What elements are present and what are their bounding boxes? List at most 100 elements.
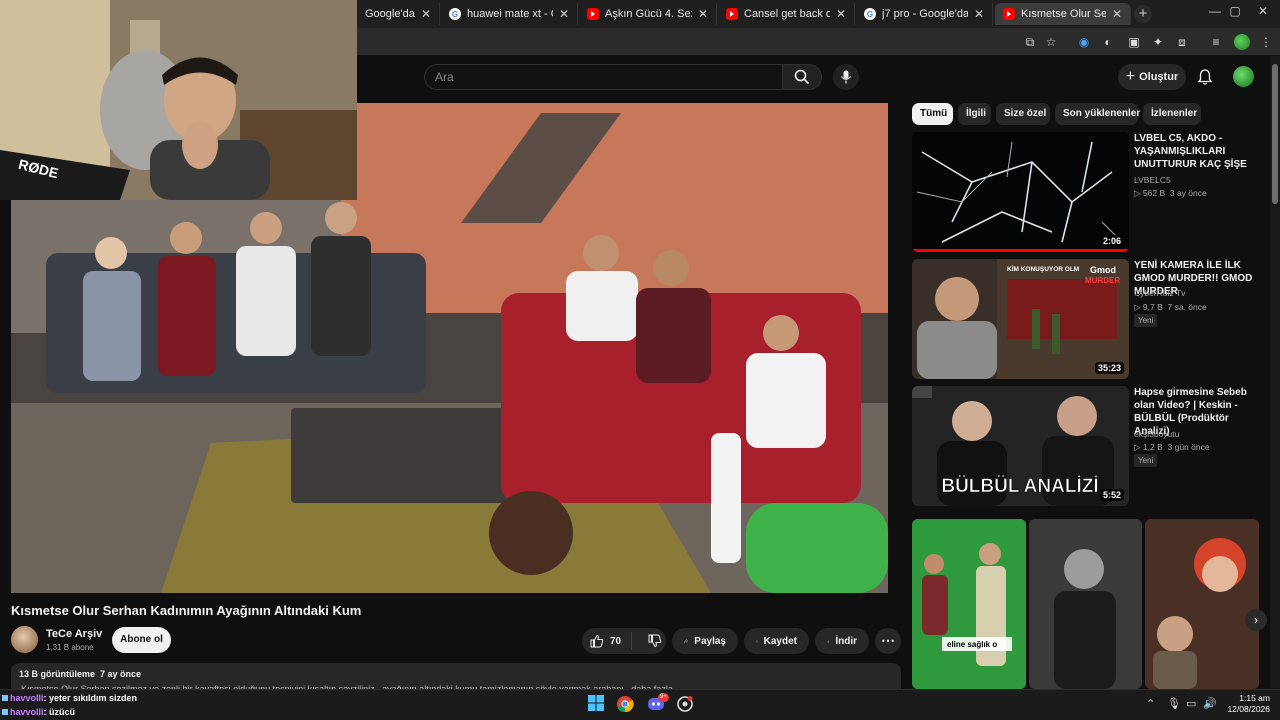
thumbs-up-icon bbox=[590, 634, 604, 648]
browser-tab[interactable]: G j7 pro - Google'da Ara ✕ bbox=[856, 3, 993, 25]
profile-avatar[interactable] bbox=[1234, 34, 1250, 50]
extension-icon[interactable]: ▣ bbox=[1126, 34, 1142, 50]
bookmark-star-icon[interactable]: ☆ bbox=[1043, 34, 1059, 50]
search-input[interactable]: Ara bbox=[424, 64, 782, 90]
notification-badge: 9+ bbox=[658, 693, 669, 702]
channel-name[interactable]: TeCe Arşiv bbox=[46, 628, 102, 640]
extension-icon[interactable]: ✦ bbox=[1150, 34, 1166, 50]
microphone-icon[interactable]: 🎙 bbox=[1167, 697, 1181, 710]
chat-message: havvolli: yeter sıkıldım sizden bbox=[2, 693, 137, 703]
extensions-puzzle-icon[interactable]: ⧈ bbox=[1174, 34, 1190, 50]
subscribe-button[interactable]: Abone ol bbox=[112, 627, 171, 653]
close-tab-icon[interactable]: ✕ bbox=[974, 7, 984, 21]
close-tab-icon[interactable]: ✕ bbox=[421, 7, 431, 21]
short-thumbnail[interactable] bbox=[1029, 519, 1142, 689]
upload-age: 7 sa. önce bbox=[1167, 302, 1207, 312]
new-tab-button[interactable]: + bbox=[1134, 5, 1152, 23]
webcam-overlay: RØDE bbox=[0, 0, 357, 200]
tab-title: huawei mate xt - Google'd bbox=[467, 8, 553, 20]
recommendation-title[interactable]: LVBEL C5, AKDO - YAŞANMIŞLIKLARI UNUTTUR… bbox=[1134, 132, 1262, 171]
extension-icon[interactable]: ◉ bbox=[1076, 34, 1092, 50]
download-button[interactable]: İndir bbox=[815, 628, 869, 654]
chip-for-you[interactable]: Size özel bbox=[996, 103, 1050, 125]
chip-recent[interactable]: Son yüklenenler bbox=[1055, 103, 1140, 125]
network-icon[interactable]: ▭ bbox=[1186, 697, 1196, 710]
install-app-icon[interactable]: ⧉ bbox=[1022, 34, 1038, 50]
chevron-right-icon[interactable]: › bbox=[1245, 609, 1267, 631]
browser-tab[interactable]: G huawei mate xt - Google'd ✕ bbox=[441, 3, 578, 25]
system-clock[interactable]: 1:15 am 12/08/2026 bbox=[1224, 693, 1270, 715]
share-icon bbox=[684, 639, 689, 643]
tab-title: Google'da Ara bbox=[365, 8, 415, 20]
thumbnail-caption: KİM KONUŞUYOR OLM bbox=[1007, 265, 1079, 273]
account-avatar[interactable] bbox=[1233, 66, 1254, 87]
thumbnail-logo: Gmod bbox=[1090, 265, 1116, 275]
video-duration: 35:23 bbox=[1094, 362, 1124, 374]
chip-watched[interactable]: İzlenenler bbox=[1143, 103, 1201, 125]
app-icon[interactable] bbox=[675, 695, 695, 715]
chat-text: : yeter sıkıldım sizden bbox=[43, 693, 138, 703]
channel-avatar[interactable] bbox=[11, 626, 38, 653]
voice-search-button[interactable] bbox=[833, 64, 859, 90]
upload-age: 7 ay önce bbox=[100, 669, 142, 679]
show-hidden-icons-icon[interactable]: ⌃ bbox=[1146, 697, 1155, 710]
share-button[interactable]: Paylaş bbox=[672, 628, 738, 654]
tab-title: Kısmetse Olur Serhan Kad bbox=[1021, 8, 1106, 20]
short-caption: eline sağlık o bbox=[947, 640, 997, 649]
browser-menu-icon[interactable]: ⋮ bbox=[1258, 34, 1274, 50]
recommendation-thumbnail[interactable]: BÜLBÜL ANALİZİ 5:52 bbox=[912, 386, 1129, 506]
create-button[interactable]: + Oluştur bbox=[1118, 64, 1186, 90]
close-tab-icon[interactable]: ✕ bbox=[1112, 7, 1122, 21]
extension-icon[interactable]: ◐ bbox=[1100, 34, 1116, 50]
video-title: Kısmetse Olur Serhan Kadınımın Ayağının … bbox=[11, 603, 362, 618]
recommendation-channel[interactable]: ekşi3boyutu bbox=[1134, 429, 1179, 439]
recommendation-thumbnail[interactable]: KİM KONUŞUYOR OLM Gmod MURDER 35:23 bbox=[912, 259, 1129, 379]
subscriber-count: 1,31 B abone bbox=[46, 643, 94, 652]
chip-related[interactable]: İlgili bbox=[958, 103, 991, 125]
recommendation-channel[interactable]: CyberRulz Tv bbox=[1134, 288, 1185, 298]
close-tab-icon[interactable]: ✕ bbox=[836, 7, 846, 21]
scrollbar-thumb[interactable] bbox=[1272, 64, 1278, 204]
short-thumbnail[interactable] bbox=[1145, 519, 1259, 689]
more-actions-icon[interactable]: ⋯ bbox=[875, 628, 901, 654]
chrome-logo bbox=[617, 696, 634, 713]
download-label: İndir bbox=[835, 635, 857, 647]
short-image bbox=[1145, 519, 1259, 689]
close-tab-icon[interactable]: ✕ bbox=[698, 7, 708, 21]
dislike-button[interactable] bbox=[638, 634, 672, 648]
browser-tab[interactable]: Aşkın Gücü 4. Sezon 63. B ✕ bbox=[579, 3, 717, 25]
view-count: 1,2 B bbox=[1142, 442, 1163, 452]
bookmark-icon bbox=[756, 640, 758, 642]
browser-tab[interactable]: Google'da Ara ✕ bbox=[357, 3, 440, 25]
chip-all[interactable]: Tümü bbox=[912, 103, 953, 125]
short-thumbnail[interactable]: eline sağlık o bbox=[912, 519, 1026, 689]
thumbs-down-icon bbox=[648, 634, 662, 648]
volume-icon[interactable]: 🔊 bbox=[1203, 697, 1217, 710]
notifications-bell-icon[interactable] bbox=[1196, 68, 1214, 86]
browser-tab-active[interactable]: Kısmetse Olur Serhan Kad ✕ bbox=[995, 3, 1131, 25]
save-button[interactable]: Kaydet bbox=[744, 628, 809, 654]
thumbnail-logo-sub: MURDER bbox=[1085, 276, 1120, 285]
media-control-icon[interactable]: ≡ bbox=[1208, 34, 1224, 50]
discord-icon[interactable]: 9+ bbox=[646, 693, 669, 715]
recommendation-stats: ▷ 562 B 3 ay önce bbox=[1134, 188, 1207, 198]
recommendation-stats: ▷ 9,7 B 7 sa. önce bbox=[1134, 302, 1207, 312]
close-tab-icon[interactable]: ✕ bbox=[559, 7, 569, 21]
thumbnail-image bbox=[912, 132, 1129, 252]
maximize-icon[interactable]: ▢ bbox=[1220, 4, 1250, 18]
close-window-icon[interactable]: ✕ bbox=[1248, 4, 1278, 18]
recommendation-channel[interactable]: LVBELC5 bbox=[1134, 175, 1171, 185]
chrome-icon[interactable] bbox=[615, 695, 635, 715]
video-duration: 5:52 bbox=[1099, 489, 1124, 501]
browser-tab[interactable]: Cansel get back over here ✕ bbox=[718, 3, 855, 25]
search-button[interactable] bbox=[782, 64, 822, 90]
like-count: 70 bbox=[610, 635, 622, 647]
like-button[interactable]: 70 bbox=[582, 632, 633, 650]
microphone-icon bbox=[841, 70, 851, 84]
upload-age: 3 ay önce bbox=[1169, 188, 1207, 198]
short-image: eline sağlık o bbox=[912, 519, 1026, 689]
windows-start-icon[interactable] bbox=[586, 695, 606, 715]
recommendation-thumbnail[interactable]: 2:06 bbox=[912, 132, 1129, 252]
circular-app-logo bbox=[677, 696, 693, 712]
upload-age: 3 gün önce bbox=[1167, 442, 1210, 452]
